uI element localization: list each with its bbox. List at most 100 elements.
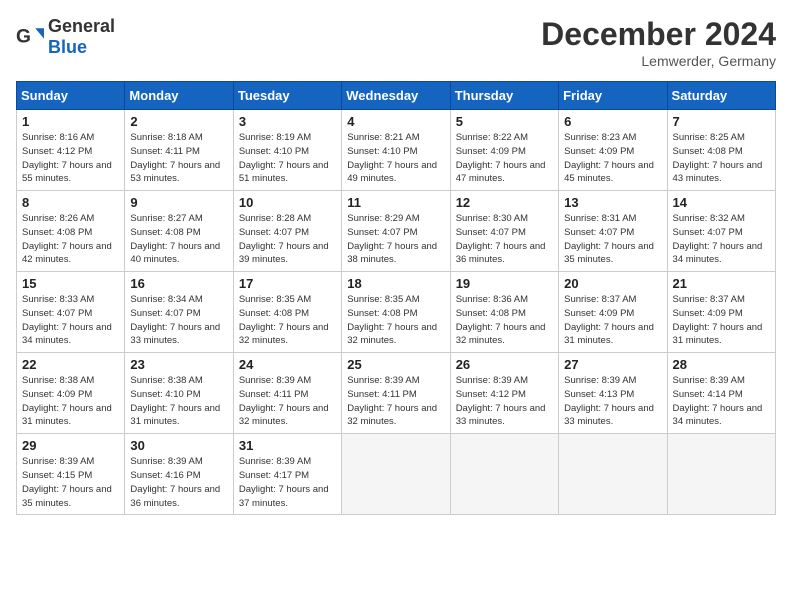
calendar-cell: 18 Sunrise: 8:35 AMSunset: 4:08 PMDaylig…	[342, 272, 450, 353]
day-info: Sunrise: 8:27 AMSunset: 4:08 PMDaylight:…	[130, 212, 227, 267]
day-info: Sunrise: 8:39 AMSunset: 4:17 PMDaylight:…	[239, 455, 336, 510]
calendar-table: SundayMondayTuesdayWednesdayThursdayFrid…	[16, 81, 776, 515]
calendar-cell	[559, 434, 667, 515]
day-info: Sunrise: 8:29 AMSunset: 4:07 PMDaylight:…	[347, 212, 444, 267]
day-info: Sunrise: 8:35 AMSunset: 4:08 PMDaylight:…	[347, 293, 444, 348]
day-number: 28	[673, 357, 770, 372]
calendar-cell: 11 Sunrise: 8:29 AMSunset: 4:07 PMDaylig…	[342, 191, 450, 272]
day-number: 9	[130, 195, 227, 210]
day-info: Sunrise: 8:22 AMSunset: 4:09 PMDaylight:…	[456, 131, 553, 186]
day-info: Sunrise: 8:39 AMSunset: 4:14 PMDaylight:…	[673, 374, 770, 429]
header-tuesday: Tuesday	[233, 82, 341, 110]
calendar-cell: 8 Sunrise: 8:26 AMSunset: 4:08 PMDayligh…	[17, 191, 125, 272]
day-number: 20	[564, 276, 661, 291]
calendar-cell: 21 Sunrise: 8:37 AMSunset: 4:09 PMDaylig…	[667, 272, 775, 353]
day-number: 6	[564, 114, 661, 129]
day-number: 14	[673, 195, 770, 210]
day-info: Sunrise: 8:21 AMSunset: 4:10 PMDaylight:…	[347, 131, 444, 186]
day-info: Sunrise: 8:31 AMSunset: 4:07 PMDaylight:…	[564, 212, 661, 267]
day-info: Sunrise: 8:39 AMSunset: 4:13 PMDaylight:…	[564, 374, 661, 429]
calendar-cell: 10 Sunrise: 8:28 AMSunset: 4:07 PMDaylig…	[233, 191, 341, 272]
calendar-cell: 15 Sunrise: 8:33 AMSunset: 4:07 PMDaylig…	[17, 272, 125, 353]
calendar-cell: 22 Sunrise: 8:38 AMSunset: 4:09 PMDaylig…	[17, 353, 125, 434]
calendar-cell: 23 Sunrise: 8:38 AMSunset: 4:10 PMDaylig…	[125, 353, 233, 434]
calendar-cell: 30 Sunrise: 8:39 AMSunset: 4:16 PMDaylig…	[125, 434, 233, 515]
day-info: Sunrise: 8:16 AMSunset: 4:12 PMDaylight:…	[22, 131, 119, 186]
day-number: 17	[239, 276, 336, 291]
day-info: Sunrise: 8:38 AMSunset: 4:09 PMDaylight:…	[22, 374, 119, 429]
week-row-1: 1 Sunrise: 8:16 AMSunset: 4:12 PMDayligh…	[17, 110, 776, 191]
week-row-4: 22 Sunrise: 8:38 AMSunset: 4:09 PMDaylig…	[17, 353, 776, 434]
day-number: 2	[130, 114, 227, 129]
day-number: 21	[673, 276, 770, 291]
calendar-cell: 3 Sunrise: 8:19 AMSunset: 4:10 PMDayligh…	[233, 110, 341, 191]
day-info: Sunrise: 8:26 AMSunset: 4:08 PMDaylight:…	[22, 212, 119, 267]
day-info: Sunrise: 8:39 AMSunset: 4:16 PMDaylight:…	[130, 455, 227, 510]
calendar-title: December 2024	[541, 16, 776, 53]
day-number: 24	[239, 357, 336, 372]
day-info: Sunrise: 8:19 AMSunset: 4:10 PMDaylight:…	[239, 131, 336, 186]
day-number: 18	[347, 276, 444, 291]
calendar-cell: 28 Sunrise: 8:39 AMSunset: 4:14 PMDaylig…	[667, 353, 775, 434]
day-number: 1	[22, 114, 119, 129]
day-info: Sunrise: 8:35 AMSunset: 4:08 PMDaylight:…	[239, 293, 336, 348]
calendar-cell	[342, 434, 450, 515]
day-info: Sunrise: 8:25 AMSunset: 4:08 PMDaylight:…	[673, 131, 770, 186]
day-info: Sunrise: 8:39 AMSunset: 4:12 PMDaylight:…	[456, 374, 553, 429]
day-number: 26	[456, 357, 553, 372]
day-info: Sunrise: 8:33 AMSunset: 4:07 PMDaylight:…	[22, 293, 119, 348]
day-number: 5	[456, 114, 553, 129]
calendar-cell: 12 Sunrise: 8:30 AMSunset: 4:07 PMDaylig…	[450, 191, 558, 272]
calendar-cell: 9 Sunrise: 8:27 AMSunset: 4:08 PMDayligh…	[125, 191, 233, 272]
day-number: 25	[347, 357, 444, 372]
svg-text:G: G	[16, 26, 31, 47]
day-number: 3	[239, 114, 336, 129]
header-saturday: Saturday	[667, 82, 775, 110]
day-number: 15	[22, 276, 119, 291]
calendar-cell: 20 Sunrise: 8:37 AMSunset: 4:09 PMDaylig…	[559, 272, 667, 353]
day-number: 16	[130, 276, 227, 291]
page-header: G General Blue December 2024 Lemwerder, …	[16, 16, 776, 69]
calendar-cell	[667, 434, 775, 515]
calendar-cell: 29 Sunrise: 8:39 AMSunset: 4:15 PMDaylig…	[17, 434, 125, 515]
day-info: Sunrise: 8:23 AMSunset: 4:09 PMDaylight:…	[564, 131, 661, 186]
day-number: 8	[22, 195, 119, 210]
day-info: Sunrise: 8:30 AMSunset: 4:07 PMDaylight:…	[456, 212, 553, 267]
calendar-cell: 2 Sunrise: 8:18 AMSunset: 4:11 PMDayligh…	[125, 110, 233, 191]
day-number: 22	[22, 357, 119, 372]
logo-icon: G	[16, 23, 44, 51]
week-row-5: 29 Sunrise: 8:39 AMSunset: 4:15 PMDaylig…	[17, 434, 776, 515]
day-info: Sunrise: 8:39 AMSunset: 4:15 PMDaylight:…	[22, 455, 119, 510]
calendar-cell: 19 Sunrise: 8:36 AMSunset: 4:08 PMDaylig…	[450, 272, 558, 353]
calendar-cell: 16 Sunrise: 8:34 AMSunset: 4:07 PMDaylig…	[125, 272, 233, 353]
header-wednesday: Wednesday	[342, 82, 450, 110]
day-info: Sunrise: 8:32 AMSunset: 4:07 PMDaylight:…	[673, 212, 770, 267]
day-number: 23	[130, 357, 227, 372]
day-number: 31	[239, 438, 336, 453]
calendar-cell: 6 Sunrise: 8:23 AMSunset: 4:09 PMDayligh…	[559, 110, 667, 191]
calendar-cell: 17 Sunrise: 8:35 AMSunset: 4:08 PMDaylig…	[233, 272, 341, 353]
day-number: 7	[673, 114, 770, 129]
calendar-body: 1 Sunrise: 8:16 AMSunset: 4:12 PMDayligh…	[17, 110, 776, 515]
day-number: 10	[239, 195, 336, 210]
calendar-subtitle: Lemwerder, Germany	[541, 53, 776, 69]
day-number: 27	[564, 357, 661, 372]
day-number: 29	[22, 438, 119, 453]
calendar-cell: 5 Sunrise: 8:22 AMSunset: 4:09 PMDayligh…	[450, 110, 558, 191]
day-number: 30	[130, 438, 227, 453]
day-info: Sunrise: 8:37 AMSunset: 4:09 PMDaylight:…	[564, 293, 661, 348]
day-info: Sunrise: 8:28 AMSunset: 4:07 PMDaylight:…	[239, 212, 336, 267]
calendar-cell: 25 Sunrise: 8:39 AMSunset: 4:11 PMDaylig…	[342, 353, 450, 434]
title-block: December 2024 Lemwerder, Germany	[541, 16, 776, 69]
header-monday: Monday	[125, 82, 233, 110]
day-info: Sunrise: 8:34 AMSunset: 4:07 PMDaylight:…	[130, 293, 227, 348]
calendar-cell: 27 Sunrise: 8:39 AMSunset: 4:13 PMDaylig…	[559, 353, 667, 434]
calendar-cell: 26 Sunrise: 8:39 AMSunset: 4:12 PMDaylig…	[450, 353, 558, 434]
header-sunday: Sunday	[17, 82, 125, 110]
week-row-3: 15 Sunrise: 8:33 AMSunset: 4:07 PMDaylig…	[17, 272, 776, 353]
day-info: Sunrise: 8:39 AMSunset: 4:11 PMDaylight:…	[347, 374, 444, 429]
day-number: 4	[347, 114, 444, 129]
calendar-cell: 31 Sunrise: 8:39 AMSunset: 4:17 PMDaylig…	[233, 434, 341, 515]
logo-text: General Blue	[48, 16, 115, 58]
calendar-header-row: SundayMondayTuesdayWednesdayThursdayFrid…	[17, 82, 776, 110]
